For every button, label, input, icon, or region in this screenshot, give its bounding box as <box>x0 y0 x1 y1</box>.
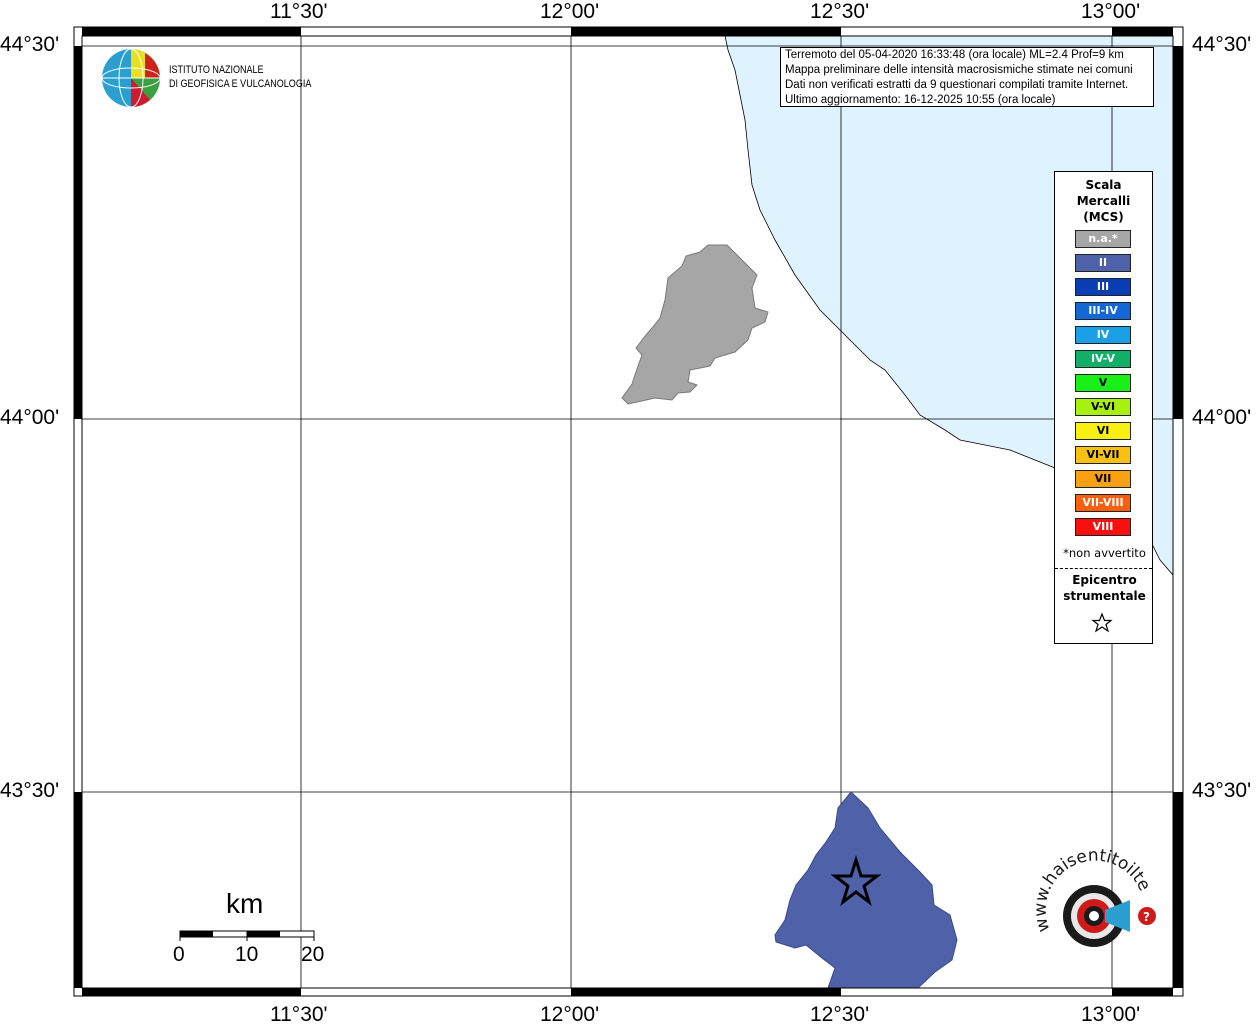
legend-star-icon <box>1091 612 1113 633</box>
legend-swatch-iv: IV <box>1075 326 1131 344</box>
lat-label-left-2: 44°00' <box>0 406 60 429</box>
legend-swatch-na: n.a.* <box>1075 230 1131 248</box>
info-line-2: Mappa preliminare delle intensità macros… <box>785 64 1133 76</box>
lat-label-left-3: 43°30' <box>0 779 60 802</box>
info-line-4: Ultimo aggiornamento: 16-12-2025 10:55 (… <box>785 94 1056 106</box>
legend-swatch-vii: VII <box>1075 470 1131 488</box>
legend-swatch-vi-vii: VI-VII <box>1075 446 1131 464</box>
legend-title: Scala Mercalli (MCS) <box>1055 177 1152 225</box>
lat-label-right-3: 43°30' <box>1192 779 1252 802</box>
legend-note: *non avvertito <box>1063 546 1146 560</box>
legend-swatch-vi: VI <box>1075 422 1131 440</box>
lon-label-bottom-4: 13°00' <box>1081 1003 1141 1026</box>
legend-divider <box>1055 568 1152 569</box>
lon-label-top-2: 12°00' <box>540 0 600 23</box>
legend-epicenter-label: Epicentro strumentale <box>1055 572 1154 604</box>
institute-name: ISTITUTO NAZIONALE DI GEOFISICA E VULCAN… <box>169 63 311 91</box>
lat-label-left-1: 44°30' <box>0 33 60 56</box>
lon-label-bottom-2: 12°00' <box>540 1003 600 1026</box>
ingv-globe-logo <box>101 48 161 108</box>
intensity-legend: Scala Mercalli (MCS) n.a.* II III III-IV… <box>1054 171 1153 644</box>
scale-unit: km <box>226 888 264 919</box>
lon-label-top-4: 13°00' <box>1081 0 1141 23</box>
lon-label-top-3: 12°30' <box>810 0 870 23</box>
municipality-not-felt[interactable] <box>621 244 769 405</box>
scale-label-0: 0 <box>173 943 185 966</box>
legend-title-line2: Mercalli <box>1076 194 1131 208</box>
info-line-1: Terremoto del 05-04-2020 16:33:48 (ora l… <box>785 49 1124 61</box>
lat-label-right-2: 44°00' <box>1192 406 1252 429</box>
legend-swatch-iv-v: IV-V <box>1075 350 1131 368</box>
institute-name-line2: DI GEOFISICA E VULCANOLOGIA <box>169 78 312 90</box>
lon-label-bottom-3: 12°30' <box>810 1003 870 1026</box>
legend-swatch-iii: III <box>1075 278 1131 296</box>
lon-label-bottom-1: 11°30' <box>270 1003 328 1026</box>
legend-epicenter-line2: strumentale <box>1063 589 1146 603</box>
legend-swatch-v: V <box>1075 374 1131 392</box>
scale-label-20: 20 <box>301 943 325 966</box>
lat-label-right-1: 44°30' <box>1192 33 1252 56</box>
legend-swatch-ii: II <box>1075 254 1131 272</box>
info-line-3: Dati non verificati estratti da 9 questi… <box>785 79 1129 91</box>
scale-bar <box>179 930 315 941</box>
svg-text:?: ? <box>1143 910 1150 924</box>
legend-swatch-v-vi: V-VI <box>1075 398 1131 416</box>
legend-title-line3: (MCS) <box>1083 210 1124 224</box>
legend-title-line1: Scala <box>1085 178 1122 192</box>
scale-label-10: 10 <box>235 943 259 966</box>
lon-label-top-1: 11°30' <box>270 0 328 23</box>
legend-epicenter-line1: Epicentro <box>1072 573 1137 587</box>
legend-swatch-iii-iv: III-IV <box>1075 302 1131 320</box>
legend-swatch-viii: VIII <box>1075 518 1131 536</box>
earthquake-info-box: Terremoto del 05-04-2020 16:33:48 (ora l… <box>780 47 1154 107</box>
legend-swatch-vii-viii: VII-VIII <box>1075 494 1131 512</box>
institute-name-line1: ISTITUTO NAZIONALE <box>169 64 264 76</box>
